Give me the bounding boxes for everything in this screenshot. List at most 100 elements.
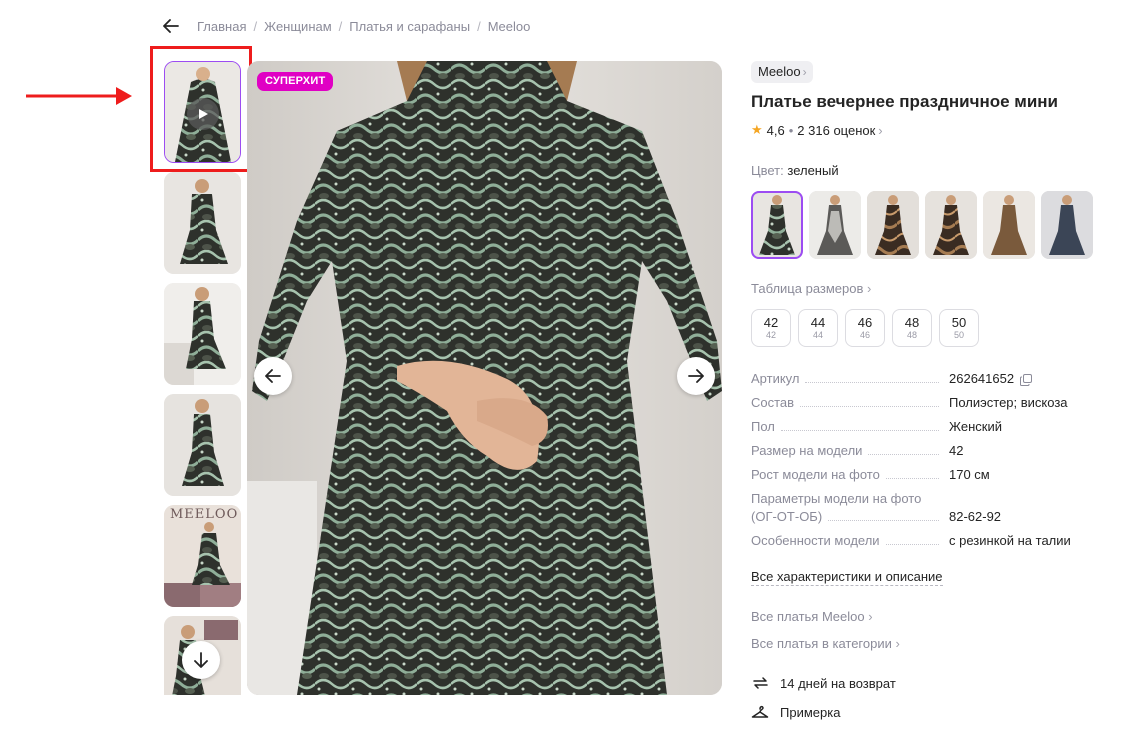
specs-list: Артикул 262641652 Состав Полиэстер; виск…	[751, 371, 1101, 557]
copy-icon[interactable]	[1020, 374, 1033, 386]
thumbnail-infographic[interactable]: MEELOO	[164, 505, 241, 607]
spec-value: 42	[949, 443, 964, 458]
color-value: зеленый	[787, 163, 839, 178]
spec-value: 170 см	[949, 467, 990, 482]
chevron-right-icon: ›	[864, 609, 873, 624]
color-label: Цвет: зеленый	[751, 163, 839, 178]
all-category-label: Все платья в категории	[751, 636, 892, 651]
size-table-label: Таблица размеров	[751, 281, 864, 296]
color-swatch[interactable]	[983, 191, 1035, 259]
brand-name: Meeloo	[758, 64, 801, 79]
hanger-icon	[751, 703, 769, 721]
breadcrumb-separator: /	[338, 18, 343, 34]
thumbnail-image[interactable]	[164, 283, 241, 385]
return-arrows-icon	[751, 674, 769, 692]
spec-row: Размер на модели 42	[751, 443, 1101, 458]
spec-key: Состав	[751, 395, 799, 410]
size-option[interactable]: 44 44	[798, 309, 838, 347]
thumbnail-strip[interactable]: MEELOO	[164, 61, 242, 695]
size-ru: 48	[906, 330, 917, 340]
spec-value: Полиэстер; вискоза	[949, 395, 1068, 410]
color-swatch-green[interactable]	[751, 191, 803, 259]
color-swatches	[751, 191, 1093, 259]
thumbnail-image[interactable]	[164, 172, 241, 274]
spec-key: Параметры модели на фото	[751, 491, 949, 506]
back-arrow-icon[interactable]	[163, 17, 181, 35]
spec-value: с резинкой на талии	[949, 533, 1071, 548]
rating-row[interactable]: ★ 4,6 • 2 316 оценок ›	[751, 122, 883, 138]
fitting-text: Примерка	[780, 704, 841, 720]
all-category-dresses-link[interactable]: Все платья в категории ›	[751, 636, 900, 651]
spec-value: 82-62-92	[949, 509, 1002, 524]
color-label-key: Цвет:	[751, 163, 784, 178]
size-value: 42	[763, 315, 779, 330]
color-swatch[interactable]	[925, 191, 977, 259]
product-title: Платье вечернее праздничное мини	[751, 92, 1059, 111]
return-text: 14 дней на возврат	[780, 675, 896, 691]
spec-value: Женский	[949, 419, 1002, 434]
breadcrumb-separator: /	[477, 18, 481, 34]
arrow-left-icon	[265, 369, 281, 383]
fitting-feature: Примерка	[751, 703, 840, 721]
size-value: 50	[951, 315, 967, 330]
chevron-right-icon: ›	[878, 122, 883, 138]
prev-image-button[interactable]	[254, 357, 292, 395]
spec-key-cont: (ОГ-ОТ-ОБ)	[751, 509, 827, 524]
next-image-button[interactable]	[677, 357, 715, 395]
spec-row: Рост модели на фото 170 см	[751, 467, 1101, 482]
spec-key: Особенности модели	[751, 533, 884, 548]
dot-separator: •	[788, 122, 794, 138]
chevron-right-icon: ›	[867, 281, 872, 296]
color-swatch[interactable]	[809, 191, 861, 259]
breadcrumb-brand[interactable]: Meeloo	[488, 19, 531, 34]
reviews-count: 2 316 оценок	[797, 122, 876, 138]
all-brand-dresses-link[interactable]: Все платья Meeloo ›	[751, 609, 873, 624]
thumbnail-video[interactable]	[164, 61, 241, 163]
size-selector: 42 42 44 44 46 46 48 48 50 50	[751, 309, 979, 347]
spec-value-article: 262641652	[949, 371, 1015, 386]
spec-key: Пол	[751, 419, 779, 434]
arrow-right-icon	[688, 369, 704, 383]
spec-key: Размер на модели	[751, 443, 867, 458]
brand-chip[interactable]: Meeloo ›	[751, 61, 813, 83]
rating-value: 4,6	[766, 122, 785, 138]
chevron-right-icon: ›	[802, 65, 807, 79]
spec-row: Состав Полиэстер; вискоза	[751, 395, 1101, 410]
size-option[interactable]: 46 46	[845, 309, 885, 347]
color-swatch[interactable]	[867, 191, 919, 259]
size-ru: 50	[953, 330, 964, 340]
breadcrumb-separator: /	[253, 18, 258, 34]
star-icon: ★	[751, 122, 763, 137]
chevron-right-icon: ›	[891, 636, 900, 651]
all-specs-link[interactable]: Все характеристики и описание	[751, 569, 943, 586]
spec-row: Параметры модели на фото (ОГ-ОТ-ОБ) 82-6…	[751, 491, 1101, 524]
spec-row: Пол Женский	[751, 419, 1101, 434]
size-value: 44	[810, 315, 826, 330]
spec-row: Особенности модели с резинкой на талии	[751, 533, 1101, 548]
breadcrumb: Главная / Женщинам / Платья и сарафаны /…	[163, 16, 530, 36]
breadcrumb-women[interactable]: Женщинам	[264, 19, 332, 34]
size-ru: 46	[859, 330, 870, 340]
spec-row: Артикул 262641652	[751, 371, 1101, 386]
size-ru: 42	[765, 330, 776, 340]
main-product-image[interactable]	[247, 61, 722, 695]
superhit-badge: СУПЕРХИТ	[257, 72, 334, 91]
size-option[interactable]: 50 50	[939, 309, 979, 347]
play-icon[interactable]	[187, 98, 219, 130]
breadcrumb-home[interactable]: Главная	[197, 19, 246, 34]
size-value: 48	[904, 315, 920, 330]
scroll-down-button[interactable]	[182, 641, 220, 679]
thumbnail-image[interactable]	[164, 394, 241, 496]
thumb-brand-text: MEELOO	[170, 507, 239, 522]
size-value: 46	[857, 315, 873, 330]
spec-key: Артикул	[751, 371, 804, 386]
size-table-link[interactable]: Таблица размеров ›	[751, 281, 871, 296]
color-swatch[interactable]	[1041, 191, 1093, 259]
annotation-arrow-icon	[26, 84, 136, 113]
size-option[interactable]: 48 48	[892, 309, 932, 347]
spec-key: Рост модели на фото	[751, 467, 884, 482]
breadcrumb-dresses[interactable]: Платья и сарафаны	[349, 19, 470, 34]
arrow-down-icon	[194, 652, 208, 668]
all-brand-label: Все платья Meeloo	[751, 609, 865, 624]
size-option[interactable]: 42 42	[751, 309, 791, 347]
